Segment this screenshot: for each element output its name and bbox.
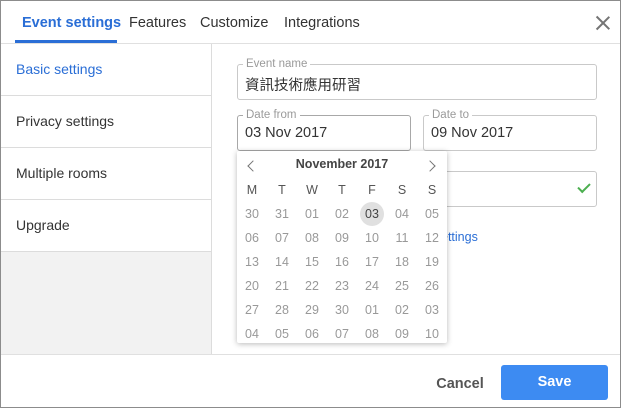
save-button[interactable]: Save (501, 365, 608, 400)
date-from-field[interactable]: Date from 03 Nov 2017 (237, 108, 411, 151)
event-name-value: 資訊技術應用研習 (245, 78, 361, 94)
calendar-day[interactable]: 23 (330, 274, 354, 298)
calendar-week-row: 04 05 06 07 08 09 10 (237, 322, 447, 346)
calendar-day[interactable]: 17 (360, 250, 384, 274)
calendar-day[interactable]: 12 (420, 226, 444, 250)
calendar-day[interactable]: 03 (420, 298, 444, 322)
sidebar-item-multiple-rooms[interactable]: Multiple rooms (1, 148, 211, 200)
calendar-day[interactable]: 03 (360, 202, 384, 226)
calendar-weekday: T (338, 183, 346, 197)
cancel-button[interactable]: Cancel (424, 367, 496, 401)
date-from-value: 03 Nov 2017 (245, 125, 328, 141)
calendar-month-title: November 2017 (295, 157, 389, 171)
calendar-day[interactable]: 06 (300, 322, 324, 346)
calendar-day[interactable]: 30 (330, 298, 354, 322)
calendar-weekday: M (246, 183, 258, 197)
calendar-day[interactable]: 08 (360, 322, 384, 346)
calendar-day[interactable]: 14 (270, 250, 294, 274)
calendar-weekday: T (278, 183, 286, 197)
tab-bar: Event settings Features Customize Integr… (1, 1, 620, 44)
calendar-day[interactable]: 05 (420, 202, 444, 226)
calendar-day[interactable]: 01 (300, 202, 324, 226)
event-name-field[interactable]: Event name 資訊技術應用研習 (237, 57, 597, 100)
tab-features[interactable]: Features (129, 1, 186, 43)
tab-integrations[interactable]: Integrations (284, 1, 360, 43)
calendar-day[interactable]: 18 (390, 250, 414, 274)
calendar-day[interactable]: 02 (330, 202, 354, 226)
calendar-day[interactable]: 04 (390, 202, 414, 226)
calendar-weekday: F (368, 183, 376, 197)
calendar-week-row: 30 31 01 02 03 04 05 (237, 202, 447, 226)
date-to-value: 09 Nov 2017 (431, 125, 514, 141)
dialog-footer: Cancel Save (1, 354, 620, 408)
settings-sidebar: Basic settings Privacy settings Multiple… (1, 44, 212, 354)
date-from-label: Date from (243, 108, 300, 122)
calendar-day[interactable]: 02 (390, 298, 414, 322)
calendar-day[interactable]: 20 (240, 274, 264, 298)
calendar-day[interactable]: 24 (360, 274, 384, 298)
calendar-weekday-row: MTWTFSS (237, 178, 447, 202)
calendar-week-row: 13 14 15 16 17 18 19 (237, 250, 447, 274)
calendar-day[interactable]: 28 (270, 298, 294, 322)
calendar-day[interactable]: 22 (300, 274, 324, 298)
calendar-day[interactable]: 09 (330, 226, 354, 250)
calendar-week-row: 27 28 29 30 01 02 03 (237, 298, 447, 322)
calendar-day[interactable]: 01 (360, 298, 384, 322)
hidden-text-field[interactable] (423, 171, 597, 207)
calendar-day[interactable]: 31 (270, 202, 294, 226)
calendar-day[interactable]: 06 (240, 226, 264, 250)
calendar-day[interactable]: 25 (390, 274, 414, 298)
calendar-day[interactable]: 16 (330, 250, 354, 274)
sidebar-item-upgrade[interactable]: Upgrade (1, 200, 211, 252)
calendar-day[interactable]: 30 (240, 202, 264, 226)
chevron-right-icon[interactable] (424, 157, 440, 175)
tab-customize[interactable]: Customize (200, 1, 269, 43)
calendar-week-row: 20 21 22 23 24 25 26 (237, 274, 447, 298)
tab-event-settings[interactable]: Event settings (22, 1, 121, 43)
calendar-grid: M T W T F S S 30 31 01 02 03 04 05 06 07 08 09 10 11 12 13 14 1… (237, 178, 447, 346)
calendar-day[interactable]: 13 (240, 250, 264, 274)
calendar-day[interactable]: 27 (240, 298, 264, 322)
calendar-day[interactable]: 07 (270, 226, 294, 250)
calendar-day[interactable]: 19 (420, 250, 444, 274)
calendar-day[interactable]: 09 (390, 322, 414, 346)
date-to-field[interactable]: Date to 09 Nov 2017 (423, 108, 597, 151)
close-icon[interactable] (593, 13, 613, 33)
calendar-day[interactable]: 26 (420, 274, 444, 298)
calendar-day[interactable]: 29 (300, 298, 324, 322)
date-to-label: Date to (429, 108, 473, 122)
date-picker-calendar: November 2017 M T W T F S S 30 31 01 02 03 04 05 06 07 0… (237, 151, 447, 343)
calendar-weekday: W (306, 183, 318, 197)
sidebar-item-privacy-settings[interactable]: Privacy settings (1, 96, 211, 148)
event-name-label: Event name (243, 57, 311, 71)
sidebar-item-basic-settings[interactable]: Basic settings (1, 44, 211, 96)
calendar-weekday: S (427, 183, 437, 197)
event-settings-dialog: Event settings Features Customize Integr… (0, 0, 621, 408)
calendar-day[interactable]: 10 (420, 322, 444, 346)
calendar-day[interactable]: 10 (360, 226, 384, 250)
chevron-left-icon[interactable] (244, 157, 260, 175)
calendar-day[interactable]: 07 (330, 322, 354, 346)
calendar-day[interactable]: 11 (390, 226, 414, 250)
calendar-day[interactable]: 08 (300, 226, 324, 250)
calendar-week-row: 06 07 08 09 10 11 12 (237, 226, 447, 250)
calendar-day[interactable]: 05 (270, 322, 294, 346)
calendar-day[interactable]: 04 (240, 322, 264, 346)
calendar-day[interactable]: 21 (270, 274, 294, 298)
calendar-weekday: S (397, 183, 407, 197)
calendar-day[interactable]: 15 (300, 250, 324, 274)
checkmark-icon (577, 179, 591, 194)
active-tab-indicator (15, 40, 117, 43)
